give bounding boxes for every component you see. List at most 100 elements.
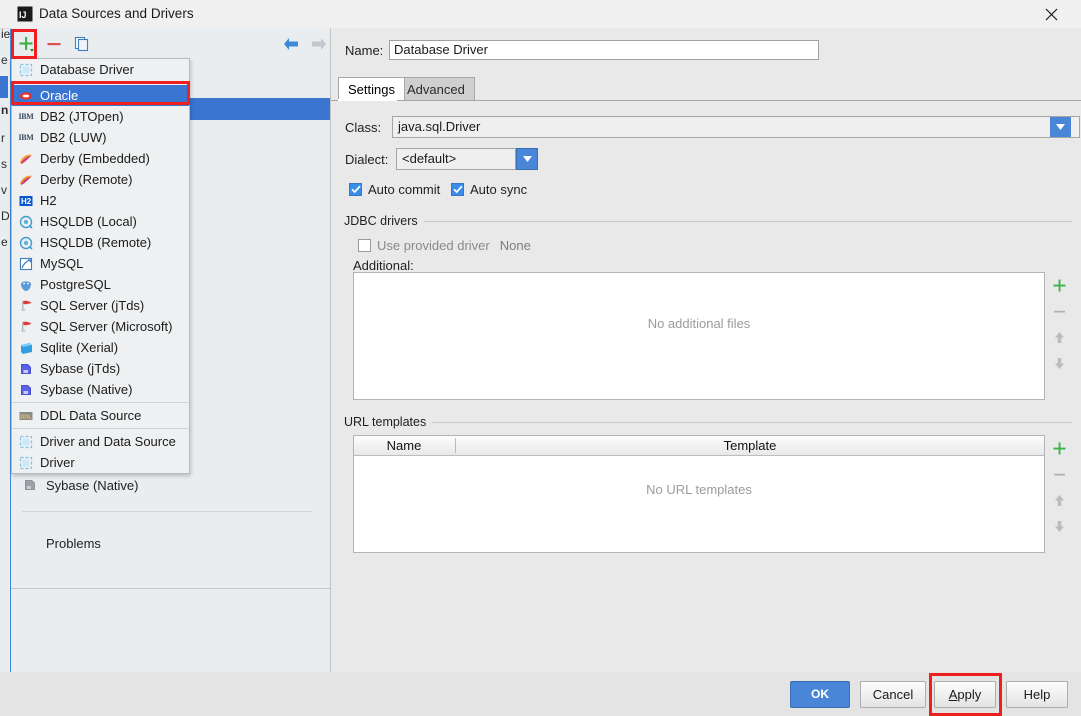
url-templates-side-buttons	[1047, 435, 1071, 553]
auto-sync-checkbox-row[interactable]: Auto sync	[451, 182, 527, 197]
sqlite-icon	[18, 340, 34, 356]
url-templates-table[interactable]: Name Template No URL templates	[353, 435, 1045, 553]
use-provided-driver-row[interactable]: Use provided driver None	[358, 238, 531, 253]
menu-item-sqlserver-jtds[interactable]: SQL Server (jTds)	[12, 295, 189, 316]
h2-icon: H2	[18, 193, 34, 209]
move-file-down-button[interactable]	[1047, 350, 1071, 376]
menu-item-label: H2	[40, 193, 57, 208]
menu-item-driver[interactable]: Driver	[12, 452, 189, 473]
close-icon[interactable]	[1029, 0, 1073, 28]
remove-driver-button[interactable]	[42, 32, 66, 56]
menu-separator	[12, 82, 189, 83]
move-url-template-down-button[interactable]	[1047, 513, 1071, 539]
driver-icon	[18, 455, 34, 471]
menu-item-label: SQL Server (Microsoft)	[40, 319, 173, 334]
column-header-template[interactable]: Template	[456, 436, 1044, 455]
menu-item-oracle[interactable]: Oracle	[12, 85, 189, 106]
move-file-up-button[interactable]	[1047, 324, 1071, 350]
menu-item-hsqldb-remote[interactable]: HSQLDB (Remote)	[12, 232, 189, 253]
auto-commit-checkbox[interactable]	[349, 183, 362, 196]
menu-item-sqlserver-microsoft[interactable]: SQL Server (Microsoft)	[12, 316, 189, 337]
sybase-icon	[18, 382, 34, 398]
forward-button[interactable]	[307, 32, 331, 56]
copy-driver-button[interactable]	[70, 32, 94, 56]
menu-item-ddl-data-source[interactable]: DDL DDL Data Source	[12, 405, 189, 426]
url-group-rule	[424, 422, 1072, 423]
help-button[interactable]: Help	[1006, 681, 1068, 708]
url-templates-header: Name Template	[354, 436, 1044, 456]
menu-item-label: Oracle	[40, 88, 79, 103]
menu-item-label: Derby (Remote)	[40, 172, 133, 187]
settings-tabs: Settings Advanced	[338, 77, 1074, 101]
class-label: Class:	[345, 120, 382, 135]
chevron-down-icon[interactable]	[516, 148, 538, 170]
name-input[interactable]	[389, 40, 819, 60]
menu-item-postgresql[interactable]: PostgreSQL	[12, 274, 189, 295]
auto-commit-checkbox-row[interactable]: Auto commit	[349, 182, 440, 197]
sqlserver-icon	[18, 298, 34, 314]
menu-separator	[12, 402, 189, 403]
drivers-toolbar	[11, 28, 330, 60]
url-templates-group-title: URL templates	[344, 415, 433, 429]
menu-item-db2-jtopen[interactable]: IBM DB2 (JTOpen)	[12, 106, 189, 127]
menu-item-h2[interactable]: H2 H2	[12, 190, 189, 211]
menu-item-label: Database Driver	[40, 62, 134, 77]
derby-icon	[18, 172, 34, 188]
driver-icon	[18, 434, 34, 450]
menu-item-db2-luw[interactable]: IBM DB2 (LUW)	[12, 127, 189, 148]
menu-item-label: Sqlite (Xerial)	[40, 340, 119, 355]
dialog-titlebar[interactable]: IJ Data Sources and Drivers	[0, 0, 1081, 29]
add-url-template-button[interactable]	[1047, 435, 1071, 461]
tab-settings[interactable]: Settings	[338, 77, 405, 100]
menu-item-driver-and-data-source[interactable]: Driver and Data Source	[12, 431, 189, 452]
back-button[interactable]	[279, 32, 303, 56]
chevron-down-icon[interactable]	[1050, 117, 1071, 137]
menu-item-hsqldb-local[interactable]: HSQLDB (Local)	[12, 211, 189, 232]
dialect-label: Dialect:	[345, 152, 389, 167]
additional-files-empty-text: No additional files	[647, 316, 751, 331]
apply-button[interactable]: Apply	[934, 681, 996, 708]
tab-advanced[interactable]: Advanced	[397, 77, 475, 100]
postgresql-icon	[18, 277, 34, 293]
dialog-title: Data Sources and Drivers	[39, 6, 194, 21]
menu-item-label: Sybase (Native)	[40, 382, 133, 397]
menu-separator	[12, 428, 189, 429]
add-driver-popup-menu: Database Driver Oracle IBM DB2 (JTOpen) …	[11, 58, 190, 474]
menu-item-derby-embedded[interactable]: Derby (Embedded)	[12, 148, 189, 169]
use-provided-driver-checkbox[interactable]	[358, 239, 371, 252]
derby-icon	[18, 151, 34, 167]
add-driver-button[interactable]	[14, 32, 38, 56]
menu-item-label: Derby (Embedded)	[40, 151, 150, 166]
move-url-template-up-button[interactable]	[1047, 487, 1071, 513]
menu-item-label: PostgreSQL	[40, 277, 111, 292]
ok-button[interactable]: OK	[790, 681, 850, 708]
class-input[interactable]: java.sql.Driver	[392, 116, 1080, 138]
menu-item-derby-remote[interactable]: Derby (Remote)	[12, 169, 189, 190]
svg-text:H2: H2	[21, 197, 32, 206]
svg-text:DDL: DDL	[20, 414, 32, 420]
menu-item-sybase-jtds[interactable]: Sybase (jTds)	[12, 358, 189, 379]
remove-file-button[interactable]	[1047, 298, 1071, 324]
use-provided-driver-value: None	[499, 238, 531, 253]
sqlserver-icon	[18, 319, 34, 335]
menu-item-sybase-native[interactable]: Sybase (Native)	[12, 379, 189, 400]
menu-item-label: MySQL	[40, 256, 84, 271]
menu-item-label: DB2 (LUW)	[40, 130, 107, 145]
remove-url-template-button[interactable]	[1047, 461, 1071, 487]
add-file-button[interactable]	[1047, 272, 1071, 298]
mysql-icon	[18, 256, 34, 272]
name-row: Name:	[345, 40, 825, 62]
column-header-name[interactable]: Name	[354, 436, 454, 455]
menu-item-label: Driver	[40, 455, 75, 470]
dialect-input[interactable]: <default>	[396, 148, 516, 170]
ibm-icon: IBM	[18, 112, 34, 121]
driver-icon	[18, 62, 34, 78]
oracle-icon	[18, 88, 34, 104]
menu-item-label: DB2 (JTOpen)	[40, 109, 124, 124]
menu-item-database-driver[interactable]: Database Driver	[12, 59, 189, 80]
menu-item-sqlite-xerial[interactable]: Sqlite (Xerial)	[12, 337, 189, 358]
additional-files-list[interactable]: No additional files	[353, 272, 1045, 400]
menu-item-mysql[interactable]: MySQL	[12, 253, 189, 274]
cancel-button[interactable]: Cancel	[860, 681, 926, 708]
auto-sync-checkbox[interactable]	[451, 183, 464, 196]
